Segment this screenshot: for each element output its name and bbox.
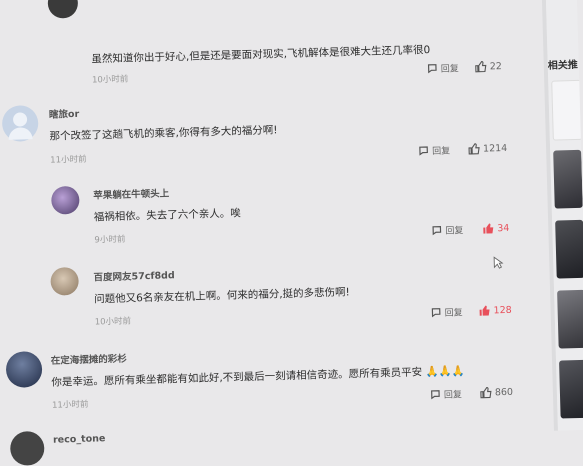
related-thumbnail[interactable] [553, 149, 583, 209]
reply-label: 回复 [432, 146, 451, 158]
comment-username[interactable]: 苹果躺在牛顿头上 [93, 185, 169, 201]
comment-text: 那个改签了这趟飞机的乘客,你得有多大的福分啊! [49, 124, 278, 143]
comment-icon [432, 226, 442, 236]
comment-item: 在定海摆摊的彩杉 你是幸运。愿所有乘坐都能有如此好,不到最后一刻请相信奇迹。愿所… [3, 333, 545, 418]
related-thumbnail[interactable] [559, 359, 583, 419]
reply-label: 回复 [445, 226, 464, 237]
avatar[interactable] [9, 430, 45, 466]
like-button[interactable]: 128 [478, 304, 512, 317]
avatar[interactable] [47, 0, 79, 19]
thumb-up-filled-icon [479, 305, 490, 316]
comment-text: 虽然知道你出于好心,但是还是要面对现实,飞机解体是很难大生还几率很0 [91, 44, 431, 66]
avatar[interactable] [50, 266, 80, 296]
comment-icon [431, 390, 440, 400]
like-count: 860 [494, 386, 514, 398]
reply-button[interactable]: 回复 [430, 305, 463, 319]
reply-button[interactable]: 回复 [427, 61, 459, 75]
comment-time: 11小时前 [50, 154, 87, 166]
comment-text: 问题他又6名亲友在机上啊。何来的福分,挺的多悲伤啊! [93, 286, 350, 306]
related-thumbnail[interactable] [555, 219, 583, 279]
comment-icon [431, 308, 441, 318]
like-count: 22 [489, 60, 503, 72]
comment-time: 9小时前 [94, 234, 126, 246]
comment-username[interactable]: 百度网友57cf8dd [93, 267, 174, 283]
reply-label: 回复 [443, 390, 463, 401]
reply-button[interactable]: 回复 [418, 144, 450, 158]
avatar-placeholder-body [8, 127, 33, 140]
avatar[interactable] [5, 350, 43, 388]
comment-time: 10小时前 [91, 74, 129, 86]
like-button[interactable]: 860 [480, 386, 513, 399]
reply-item: 百度网友57cf8dd 问题他又6名亲友在机上啊。何来的福分,挺的多悲伤啊! 1… [1, 251, 543, 336]
comment-username[interactable]: 瞎旅or [49, 106, 80, 121]
comment-time: 10小时前 [94, 316, 132, 328]
thumb-up-icon [475, 61, 487, 73]
comment-username[interactable]: reco_tone [53, 433, 106, 445]
reply-button[interactable]: 回复 [431, 223, 464, 237]
reply-label: 回复 [444, 308, 463, 319]
like-button[interactable]: 22 [475, 60, 502, 73]
like-button[interactable]: 1214 [468, 142, 508, 155]
thumb-up-icon [480, 387, 492, 399]
avatar-placeholder-icon [12, 112, 28, 127]
avatar[interactable] [1, 105, 39, 142]
like-count: 34 [497, 222, 510, 234]
comment-time: 11小时前 [51, 399, 89, 411]
comment-icon [419, 146, 428, 156]
comment-item: 瞎旅or 那个改签了这趟飞机的乘客,你得有多大的福分啊! 11小时前 回复 12… [0, 85, 538, 170]
comment-text: 福祸相依。失去了六个亲人。唉 [93, 207, 241, 224]
thumb-up-icon [468, 143, 480, 155]
like-count: 1214 [482, 142, 508, 155]
related-thumbnail[interactable] [557, 289, 583, 349]
like-button[interactable]: 34 [482, 222, 510, 235]
reply-item: 苹果躺在牛顿头上 福祸相依。失去了六个亲人。唉 9小时前 回复 34 [0, 171, 541, 256]
comment-item: reco_tone [6, 411, 546, 466]
like-count: 128 [493, 304, 512, 316]
sidebar-title: 相关推 [547, 59, 578, 72]
reply-label: 回复 [440, 64, 460, 75]
avatar[interactable] [50, 185, 80, 215]
comment-list: 虽然知道你出于好心,但是还是要面对现实,飞机解体是很难大生还几率很0 10小时前… [0, 0, 554, 466]
page: 虽然知道你出于好心,但是还是要面对现实,飞机解体是很难大生还几率很0 10小时前… [0, 0, 583, 466]
reply-button[interactable]: 回复 [430, 387, 462, 401]
mouse-cursor-icon [493, 256, 504, 269]
comment-text: 你是幸运。愿所有乘坐都能有如此好,不到最后一刻请相信奇迹。愿所有乘员平安 🙏🙏🙏 [51, 365, 465, 389]
comment-username[interactable]: 在定海摆摊的彩杉 [51, 351, 127, 367]
comment-icon [427, 64, 437, 74]
comment-item: 虽然知道你出于好心,但是还是要面对现实,飞机解体是很难大生还几率很0 10小时前… [0, 0, 536, 98]
related-thumbnail[interactable] [551, 79, 583, 141]
thumb-up-filled-icon [483, 223, 494, 234]
